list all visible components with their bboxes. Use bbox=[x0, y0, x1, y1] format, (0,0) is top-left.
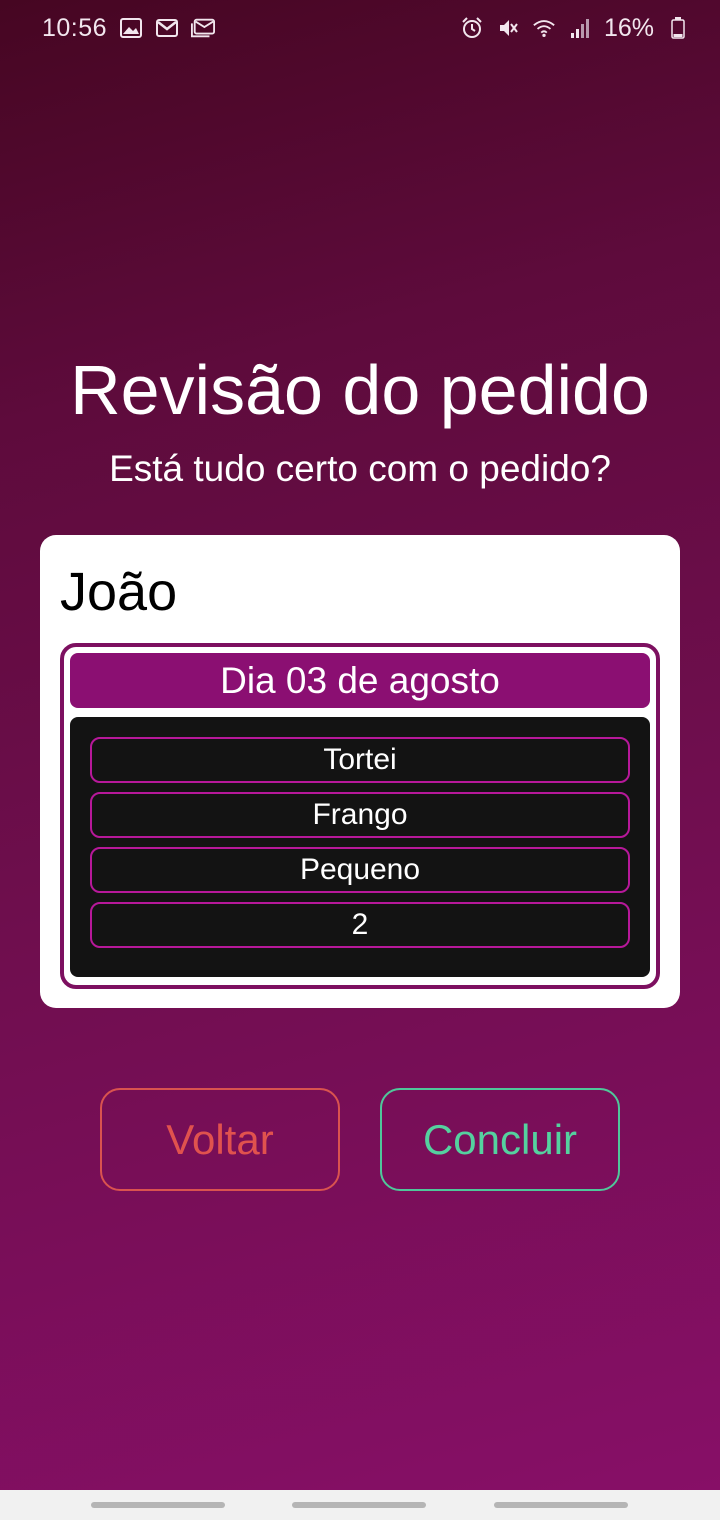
order-card: João Dia 03 de agosto Tortei Frango Pequ… bbox=[40, 535, 680, 1008]
gmail-icon bbox=[155, 16, 179, 40]
back-button[interactable]: Voltar bbox=[100, 1088, 340, 1191]
confirm-button[interactable]: Concluir bbox=[380, 1088, 620, 1191]
order-frame: Dia 03 de agosto Tortei Frango Pequeno 2 bbox=[60, 643, 660, 989]
order-item-flavor: Frango bbox=[90, 792, 630, 838]
page-subtitle: Está tudo certo com o pedido? bbox=[109, 448, 611, 489]
battery-percent: 16% bbox=[603, 13, 654, 42]
page-title: Revisão do pedido bbox=[70, 351, 650, 429]
gmail-icon bbox=[191, 16, 216, 40]
order-items-list: Tortei Frango Pequeno 2 bbox=[70, 717, 650, 977]
status-bar: 10:56 16% bbox=[0, 0, 720, 56]
battery-icon bbox=[666, 16, 690, 40]
status-right: 16% bbox=[460, 14, 690, 43]
navigation-bar bbox=[0, 1490, 720, 1520]
image-icon bbox=[119, 16, 143, 40]
nav-back-button[interactable] bbox=[494, 1502, 628, 1508]
alarm-icon bbox=[460, 16, 484, 40]
order-item-product: Tortei bbox=[90, 737, 630, 783]
mute-icon bbox=[496, 16, 520, 40]
status-left: 10:56 bbox=[42, 13, 216, 43]
order-item-size: Pequeno bbox=[90, 847, 630, 893]
signal-icon bbox=[568, 16, 592, 40]
nav-home-button[interactable] bbox=[292, 1502, 426, 1508]
order-item-quantity: 2 bbox=[90, 902, 630, 948]
status-time: 10:56 bbox=[42, 13, 108, 42]
customer-name: João bbox=[60, 562, 178, 622]
nav-recents-button[interactable] bbox=[91, 1502, 225, 1508]
order-date: Dia 03 de agosto bbox=[70, 653, 650, 708]
wifi-icon bbox=[532, 16, 556, 40]
